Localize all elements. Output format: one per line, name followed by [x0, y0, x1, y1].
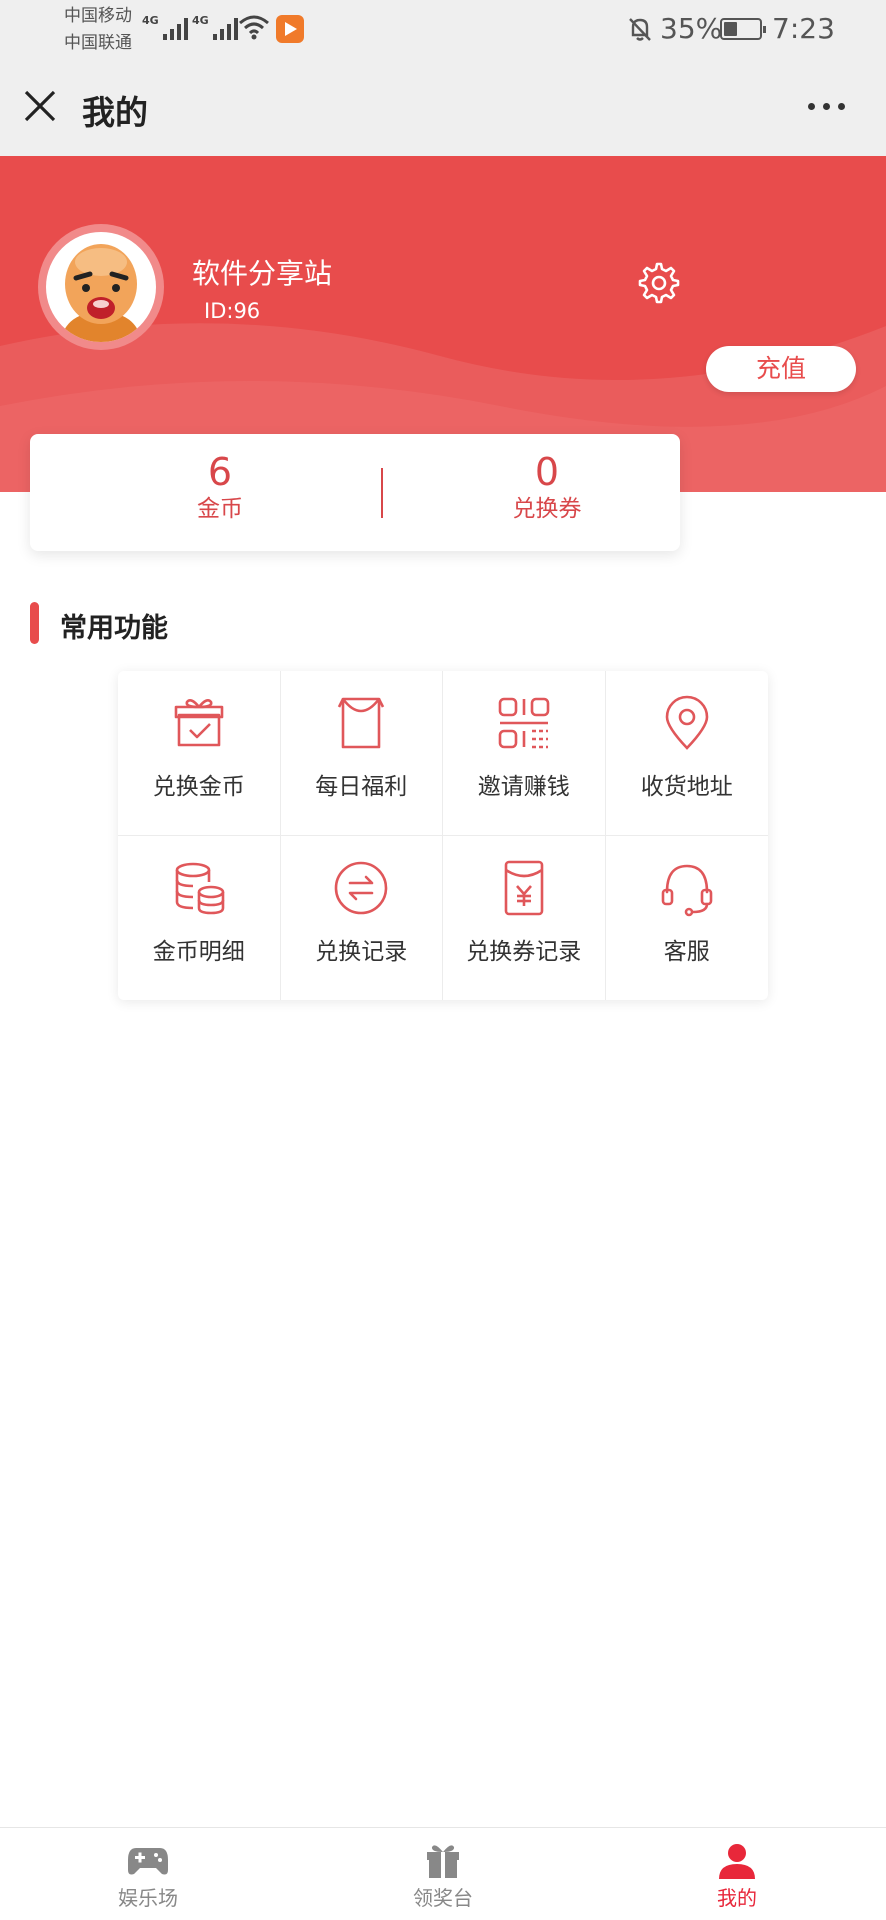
video-app-icon — [276, 15, 304, 43]
function-voucher-records[interactable]: 兑换券记录 — [443, 835, 606, 1000]
close-icon[interactable] — [20, 86, 60, 126]
location-pin-icon — [665, 695, 709, 750]
wifi-icon — [239, 15, 269, 40]
headset-icon — [661, 864, 713, 916]
bell-muted-icon — [629, 18, 651, 41]
gift-icon — [427, 1845, 459, 1878]
voucher-count: 0 — [534, 450, 560, 494]
tab-mine[interactable]: 我的 — [677, 1828, 797, 1920]
tab-prize[interactable]: 领奖台 — [383, 1828, 503, 1920]
coin-stack-icon — [175, 862, 225, 914]
stats-card: 6 金币 0 兑换券 — [30, 434, 680, 551]
coin-label: 金币 — [197, 496, 243, 522]
function-daily-welfare[interactable]: 每日福利 — [280, 671, 443, 836]
function-label: 客服 — [663, 938, 710, 965]
function-shipping-address[interactable]: 收货地址 — [605, 671, 768, 836]
recharge-button[interactable]: 充值 — [706, 346, 856, 392]
function-coin-details[interactable]: 金币明细 — [118, 835, 281, 1000]
bottom-tab-bar: 娱乐场 领奖台 我的 — [0, 1827, 886, 1920]
gamepad-icon — [128, 1848, 168, 1875]
function-label: 兑换记录 — [315, 938, 408, 965]
tab-label: 我的 — [717, 1886, 757, 1910]
function-customer-service[interactable]: 客服 — [606, 836, 769, 1001]
gear-icon[interactable] — [636, 260, 682, 306]
stats-divider — [381, 468, 383, 518]
function-exchange-records[interactable]: 兑换记录 — [281, 835, 443, 1000]
carrier-secondary: 中国联通 — [64, 33, 132, 53]
gift-box-icon — [174, 699, 224, 747]
qr-code-icon — [498, 697, 550, 749]
bag-icon — [338, 697, 385, 749]
clock: 7:23 — [772, 12, 835, 45]
nav-bar: 我的 — [0, 58, 886, 156]
status-bar: 中国移动 中国联通 4G 4G 35% 7:23 — [0, 0, 886, 58]
function-label: 邀请赚钱 — [477, 774, 570, 800]
user-icon — [719, 1844, 755, 1879]
function-label: 收货地址 — [640, 774, 733, 800]
function-label: 每日福利 — [315, 774, 408, 800]
function-exchange-coins[interactable]: 兑换金币 — [118, 671, 281, 836]
tab-label: 领奖台 — [413, 1886, 473, 1910]
avatar[interactable] — [38, 224, 164, 350]
voucher-stat[interactable]: 0 兑换券 — [447, 452, 647, 524]
page-title: 我的 — [82, 93, 148, 132]
signal-icon: 4G — [142, 14, 188, 40]
carrier-primary: 中国移动 — [64, 6, 132, 26]
coin-count: 6 — [207, 450, 233, 494]
function-label: 兑换券记录 — [466, 938, 582, 965]
tab-label: 娱乐场 — [118, 1886, 178, 1910]
tab-entertainment[interactable]: 娱乐场 — [88, 1828, 208, 1920]
more-dots-icon[interactable] — [808, 96, 852, 116]
avatar-face-icon — [60, 244, 142, 342]
coin-stat[interactable]: 6 金币 — [120, 452, 320, 524]
section-marker — [30, 602, 39, 644]
function-grid: 兑换金币 每日福利 邀请赚钱 收货地址 金币明细 兑换记录 兑换券记录 客服 — [118, 671, 768, 1000]
section-title: 常用功能 — [60, 613, 168, 644]
user-id: ID:96 — [204, 299, 261, 323]
exchange-icon — [334, 861, 388, 914]
user-name: 软件分享站 — [192, 257, 333, 290]
voucher-label: 兑换券 — [512, 496, 582, 522]
function-label: 兑换金币 — [152, 774, 245, 800]
battery-percent: 35% — [660, 12, 723, 45]
function-invite-earn[interactable]: 邀请赚钱 — [443, 671, 606, 836]
battery-icon — [720, 18, 766, 40]
voucher-icon — [504, 860, 544, 915]
function-label: 金币明细 — [152, 938, 245, 965]
signal-icon: 4G — [192, 14, 238, 40]
